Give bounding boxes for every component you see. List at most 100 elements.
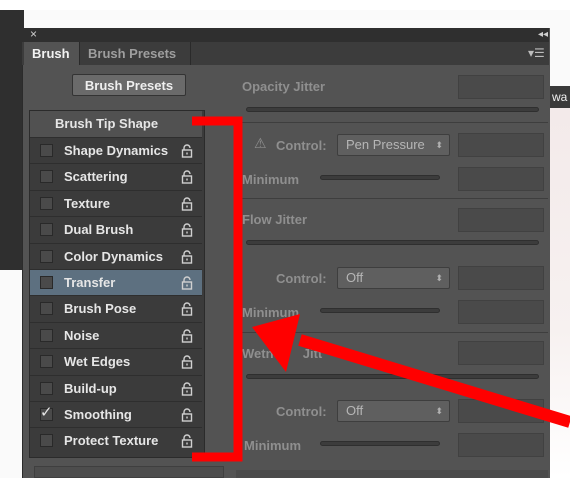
panel-titlebar <box>22 28 549 42</box>
background-canvas <box>548 108 570 478</box>
opacity-jitter-slider[interactable] <box>246 107 539 112</box>
list-item[interactable]: ✓ Smoothing <box>30 401 202 427</box>
lock-icon[interactable] <box>181 434 193 449</box>
checkbox[interactable] <box>40 196 53 210</box>
divider <box>236 122 548 123</box>
lock-icon[interactable] <box>181 302 193 317</box>
lock-icon[interactable] <box>181 381 193 396</box>
list-item[interactable]: Noise <box>30 321 202 348</box>
control-dropdown-pen-pressure[interactable]: Pen Pressure ⬍ <box>337 134 450 156</box>
flow-jitter-label: Flow Jitter <box>242 212 308 227</box>
minimum-field[interactable] <box>458 167 544 191</box>
lock-icon[interactable] <box>181 197 193 211</box>
background-left <box>0 10 24 270</box>
minimum-slider[interactable] <box>320 441 440 446</box>
list-item[interactable]: Protect Texture <box>30 427 202 453</box>
list-item[interactable]: Texture <box>30 189 202 216</box>
lock-icon[interactable] <box>181 170 193 185</box>
control-dropdown-off[interactable]: Off ⬍ <box>337 267 450 289</box>
minimum-slider[interactable] <box>320 308 440 313</box>
lock-icon[interactable] <box>181 223 193 237</box>
collapse-icon[interactable]: ◂◂ <box>538 29 548 40</box>
dropdown-arrow-icon: ⬍ <box>435 273 443 283</box>
warning-icon: ⚠ <box>254 135 267 151</box>
wetness-jitter-slider[interactable] <box>246 374 539 379</box>
minimum-label: Minimum <box>244 438 302 453</box>
background-top <box>0 0 570 10</box>
checkbox[interactable] <box>40 223 53 237</box>
list-item-label: Transfer <box>64 275 116 290</box>
checkbox[interactable] <box>40 381 53 395</box>
checkbox[interactable] <box>40 170 53 184</box>
list-item-label: Color Dynamics <box>64 248 163 264</box>
list-item[interactable]: Shape Dynamics <box>30 137 202 163</box>
control-field[interactable] <box>458 133 544 157</box>
lock-icon[interactable] <box>181 276 193 290</box>
control-field[interactable] <box>458 266 544 290</box>
close-icon[interactable]: × <box>30 28 37 40</box>
list-item-label: Texture <box>64 195 110 211</box>
opacity-jitter-field[interactable] <box>458 75 544 99</box>
checkbox[interactable] <box>40 249 53 263</box>
list-item-brush-tip-shape[interactable]: Brush Tip Shape <box>30 111 202 137</box>
list-item[interactable]: Brush Pose <box>30 295 202 321</box>
control-field[interactable] <box>458 399 544 423</box>
lock-icon[interactable] <box>181 329 193 343</box>
list-item-label: Brush Tip Shape <box>55 116 159 131</box>
minimum-label: Minimum <box>242 305 300 320</box>
control-label: Control: <box>276 138 327 153</box>
list-item[interactable]: Wet Edges <box>30 348 202 374</box>
dropdown-value: Pen Pressure <box>346 137 425 152</box>
background-canvas-title: wa <box>548 86 570 108</box>
brush-presets-button[interactable]: Brush Presets <box>72 74 186 96</box>
list-item-label: Scattering <box>64 169 128 185</box>
list-item-label: Noise <box>64 327 100 343</box>
lock-icon[interactable] <box>181 249 193 264</box>
tab-brush[interactable]: Brush <box>24 42 79 65</box>
divider <box>236 198 548 199</box>
wetness-jitter-field[interactable] <box>458 341 544 365</box>
wetness-jitter-label: Wetne Jitt <box>242 346 322 361</box>
wetness-jitter-label-start: Wetne <box>242 346 281 361</box>
flow-jitter-field[interactable] <box>458 208 544 232</box>
brush-preview-strip <box>34 466 224 478</box>
dropdown-arrow-icon: ⬍ <box>435 406 443 416</box>
list-item-label: Protect Texture <box>64 433 159 449</box>
flow-jitter-slider[interactable] <box>246 240 539 245</box>
lock-icon[interactable] <box>181 355 193 369</box>
panel-menu-icon[interactable]: ▾☰ <box>528 46 545 60</box>
dropdown-value: Off <box>346 270 364 285</box>
dropdown-value: Off <box>346 403 364 418</box>
list-item-label: Brush Pose <box>64 301 137 317</box>
opacity-jitter-label: Opacity Jitter <box>242 79 326 94</box>
checkmark-icon: ✓ <box>40 404 53 421</box>
list-item-label: Shape Dynamics <box>64 143 169 158</box>
list-item[interactable]: Scattering <box>30 163 202 189</box>
list-item-label: Dual Brush <box>64 222 134 238</box>
checkbox[interactable] <box>40 434 53 448</box>
control-label: Control: <box>276 271 327 286</box>
wetness-jitter-label-end: Jitt <box>302 346 323 361</box>
lock-icon[interactable] <box>181 144 193 158</box>
checkbox[interactable] <box>40 276 53 289</box>
checkbox[interactable] <box>40 355 53 369</box>
list-item[interactable]: Transfer <box>30 269 202 295</box>
list-item-label: Smoothing <box>64 407 132 422</box>
checkbox[interactable] <box>40 144 53 157</box>
checkbox[interactable] <box>40 328 53 342</box>
list-item[interactable]: Color Dynamics <box>30 242 202 269</box>
dropdown-arrow-icon: ⬍ <box>435 140 443 150</box>
tab-brush-presets[interactable]: Brush Presets <box>79 42 191 65</box>
list-item[interactable]: Dual Brush <box>30 216 202 242</box>
control-dropdown-off-2[interactable]: Off ⬍ <box>337 400 450 422</box>
lock-icon[interactable] <box>181 408 193 422</box>
divider <box>236 332 548 333</box>
control-label: Control: <box>276 404 327 419</box>
minimum-slider[interactable] <box>320 175 440 180</box>
checkbox[interactable] <box>40 302 53 316</box>
minimum-field[interactable] <box>458 300 544 324</box>
list-item[interactable]: Build-up <box>30 374 202 401</box>
minimum-field[interactable] <box>458 433 544 457</box>
bottom-scroll-area[interactable] <box>236 470 548 478</box>
list-item-label: Build-up <box>64 380 117 396</box>
